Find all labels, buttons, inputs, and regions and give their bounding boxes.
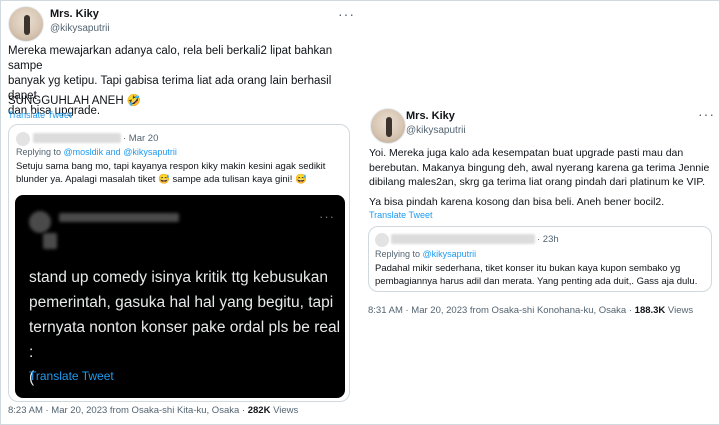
tweet-footer: 8:23 AM · Mar 20, 2023 from Osaka-shi Ki…: [8, 405, 298, 416]
tweet-text-line: Mereka mewajarkan adanya calo, rela beli…: [8, 45, 333, 72]
quoted-tweet[interactable]: · Mar 20 Replying to @mosldik and @kikys…: [8, 124, 350, 402]
quote-avatar: [16, 132, 30, 146]
redacted-name: [59, 213, 179, 222]
embedded-text-line: stand up comedy isinya kritik ttg kebusu…: [29, 269, 328, 286]
more-horizontal-icon[interactable]: ···: [338, 6, 355, 22]
reply-mentions[interactable]: @kikysaputrii: [423, 249, 477, 259]
quote-text-line: pembagiannya harus adil dan merata. Yang…: [375, 276, 698, 287]
redacted-avatar: [29, 211, 51, 233]
replying-prefix: Replying to: [16, 147, 64, 157]
translate-tweet-link[interactable]: Translate Tweet: [8, 110, 72, 120]
display-name[interactable]: Mrs. Kiky: [406, 110, 455, 122]
tweet-text-secondary: Ya bisa pindah karena kosong dan bisa be…: [369, 196, 665, 208]
replying-prefix: Replying to: [375, 249, 423, 259]
tweet-text-line: berebutan. Makanya bingung deh, awal nye…: [369, 161, 710, 174]
quote-text-line: blunder ya. Apalagi masalah tiket 😅 samp…: [16, 174, 307, 185]
quote-avatar: [375, 233, 389, 247]
handle[interactable]: @kikysaputrii: [50, 23, 110, 34]
redacted-name: [33, 133, 121, 143]
quote-text-line: Setuju sama bang mo, tapi kayanya respon…: [16, 161, 326, 172]
tweet-text-line: dibilang males2an, skrg ga terima liat o…: [369, 176, 705, 188]
redacted-name: [391, 234, 535, 244]
views-count: 282K: [247, 405, 271, 416]
tweet-text: Yoi. Mereka juga kalo ada kesempatan bua…: [369, 146, 717, 190]
views-count: 188.3K: [634, 305, 666, 316]
views-label: Views: [665, 305, 694, 316]
quote-text: Padahal mikir sederhana, tiket konser it…: [375, 262, 711, 288]
reply-mentions[interactable]: @mosldik and @kikysaputrii: [64, 147, 177, 157]
right-tweet[interactable]: Mrs. Kiky @kikysaputrii ··· Yoi. Mereka …: [362, 98, 718, 328]
more-horizontal-icon[interactable]: ···: [698, 106, 715, 122]
embedded-text-line: pemerintah, gasuka hal hal yang begitu, …: [29, 294, 334, 311]
handle[interactable]: @kikysaputrii: [406, 125, 466, 136]
timestamp-location[interactable]: 8:23 AM · Mar 20, 2023 from Osaka-shi Ki…: [8, 405, 248, 416]
embedded-translate-link[interactable]: Translate Tweet: [29, 369, 114, 383]
left-tweet[interactable]: Mrs. Kiky @kikysaputrii ··· Mereka mewaj…: [8, 6, 360, 420]
tweet-text-line: Yoi. Mereka juga kalo ada kesempatan bua…: [369, 147, 684, 159]
display-name[interactable]: Mrs. Kiky: [50, 8, 99, 20]
embedded-text-line: ternyata nonton konser pake ordal pls be…: [29, 319, 341, 361]
quote-text: Setuju sama bang mo, tapi kayanya respon…: [16, 160, 346, 186]
more-horizontal-icon[interactable]: ···: [319, 209, 335, 224]
tweet-text-secondary: SUNGGUHLAH ANEH 🤣: [8, 95, 142, 107]
quote-date: · Mar 20: [123, 133, 159, 144]
replying-to: Replying to @mosldik and @kikysaputrii: [16, 147, 177, 157]
avatar[interactable]: [8, 6, 44, 42]
views-label: Views: [270, 405, 299, 416]
embedded-dark-tweet-image[interactable]: ··· stand up comedy isinya kritik ttg ke…: [15, 195, 345, 398]
translate-tweet-link[interactable]: Translate Tweet: [369, 210, 433, 220]
replying-to: Replying to @kikysaputrii: [375, 249, 476, 259]
avatar[interactable]: [370, 108, 406, 144]
timestamp-location[interactable]: 8:31 AM · Mar 20, 2023 from Osaka-shi Ko…: [368, 305, 635, 316]
quoted-tweet[interactable]: · 23h Replying to @kikysaputrii Padahal …: [368, 226, 712, 292]
quote-text-line: Padahal mikir sederhana, tiket konser it…: [375, 263, 681, 274]
redacted-handle: [43, 233, 57, 249]
tweet-footer: 8:31 AM · Mar 20, 2023 from Osaka-shi Ko…: [368, 305, 693, 316]
quote-date: · 23h: [537, 234, 559, 245]
